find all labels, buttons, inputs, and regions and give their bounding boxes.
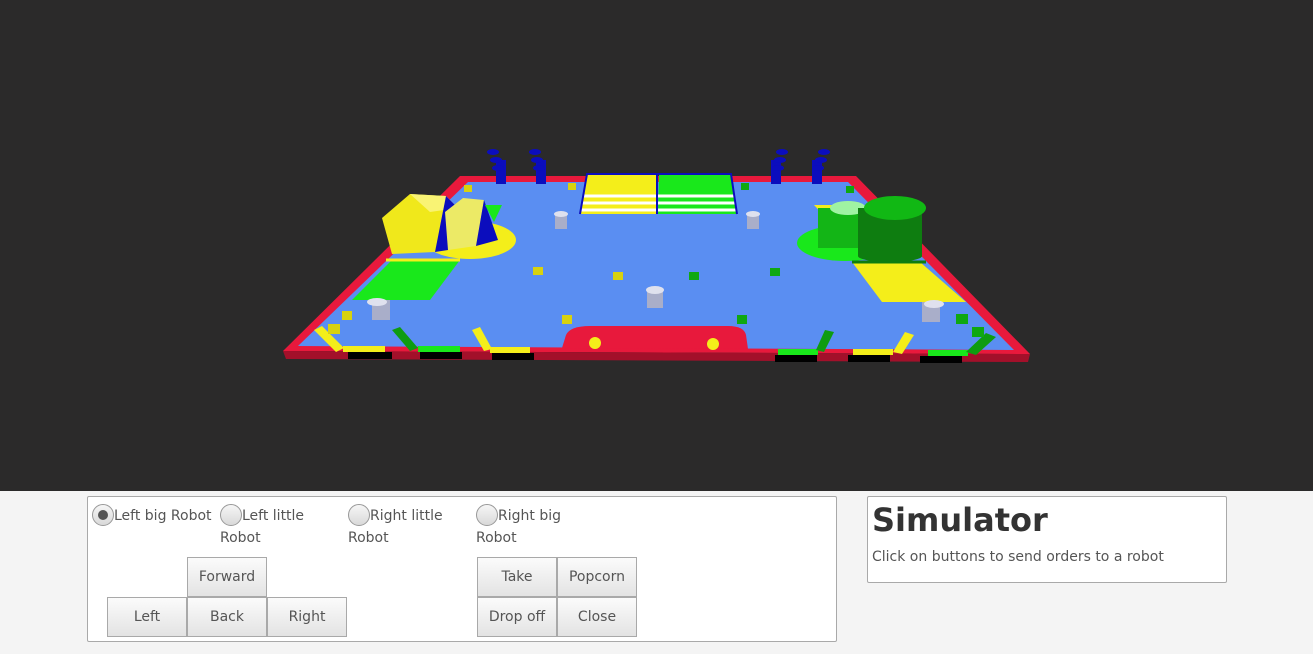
robot-option-left-big[interactable]: Left big Robot	[92, 504, 220, 527]
3d-viewport[interactable]	[0, 0, 1313, 491]
popcorn-button[interactable]: Popcorn	[557, 557, 637, 597]
robot-control-panel: Left big Robot Left little Robot Right l…	[87, 496, 837, 642]
drop-off-button[interactable]: Drop off	[477, 597, 557, 637]
robot-option-label: Left big Robot	[114, 508, 212, 524]
radio-button[interactable]	[476, 504, 498, 526]
radio-button[interactable]	[92, 504, 114, 526]
robot-option-right-little[interactable]: Right little Robot	[348, 504, 476, 549]
left-button[interactable]: Left	[107, 597, 187, 637]
stairs-yellow	[580, 174, 657, 214]
simulator-title: Simulator	[872, 501, 1048, 539]
simulator-info-panel: Simulator Click on buttons to send order…	[867, 496, 1227, 583]
simulator-description: Click on buttons to send orders to a rob…	[872, 549, 1164, 565]
close-button[interactable]: Close	[557, 597, 637, 637]
radio-button[interactable]	[348, 504, 370, 526]
stairs-green	[658, 174, 737, 214]
robot-option-left-little[interactable]: Left little Robot	[220, 504, 348, 549]
right-button[interactable]: Right	[267, 597, 347, 637]
radio-button[interactable]	[220, 504, 242, 526]
back-button[interactable]: Back	[187, 597, 267, 637]
forward-button[interactable]: Forward	[187, 557, 267, 597]
robot-option-right-big[interactable]: Right big Robot	[476, 504, 604, 549]
game-table-render	[283, 149, 1030, 363]
take-button[interactable]: Take	[477, 557, 557, 597]
